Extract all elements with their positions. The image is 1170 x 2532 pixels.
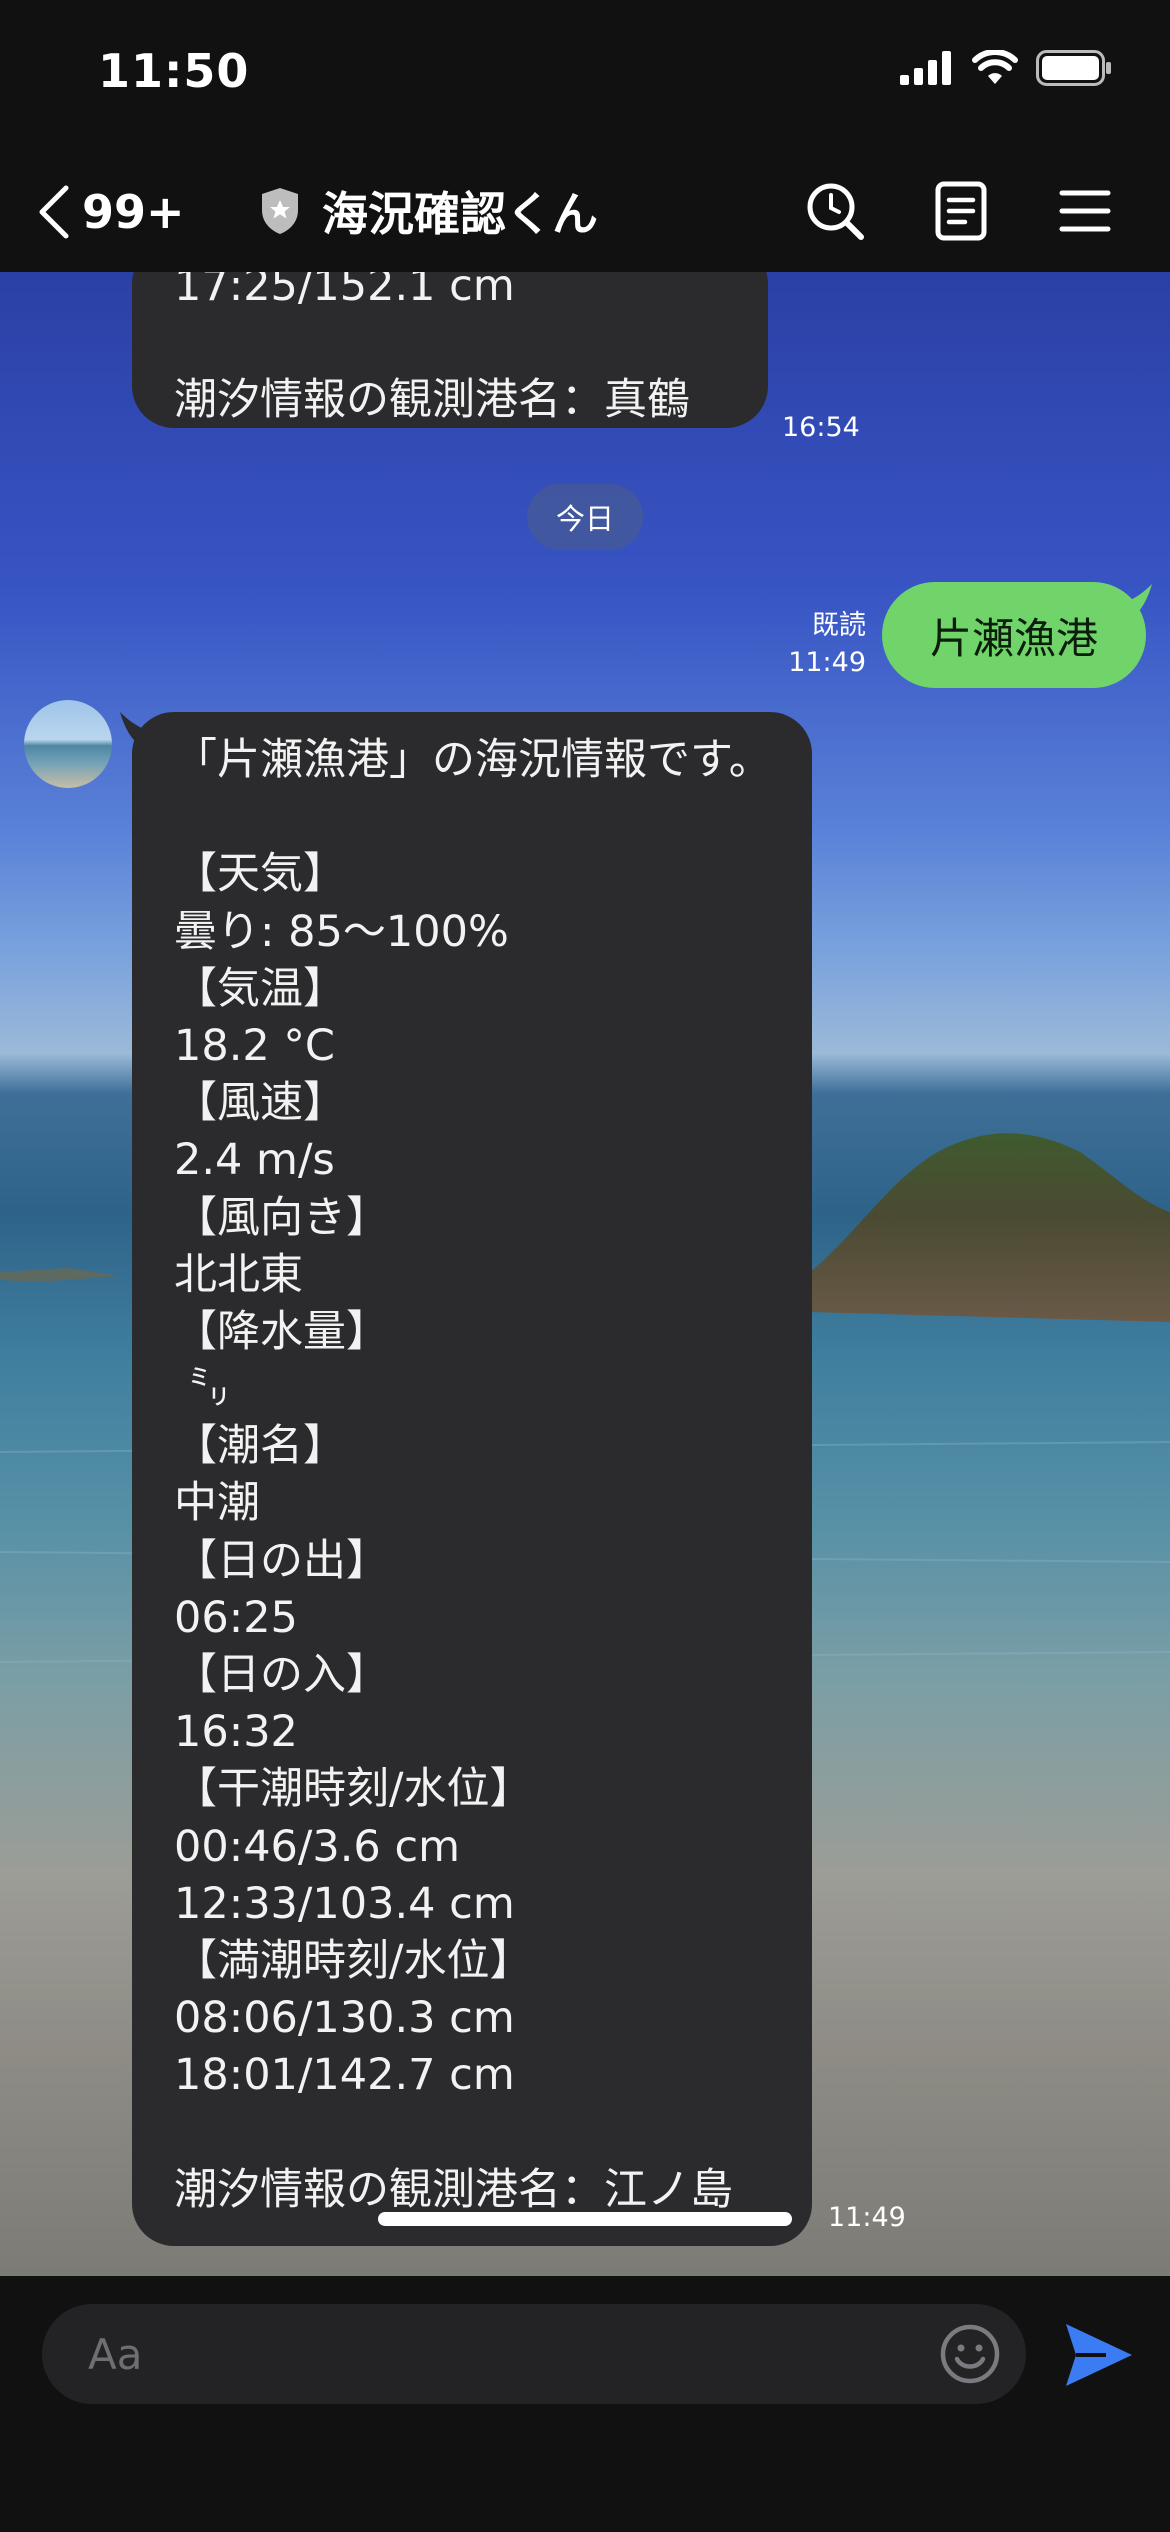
input-placeholder: Aa — [88, 2330, 143, 2379]
message-line: 2.4 m/s — [174, 1135, 335, 1186]
chat-title-group[interactable]: 海況確認くん — [258, 178, 598, 244]
chat-area[interactable]: 17:25/152.1 cm 潮汐情報の観測港名：真鶴 16:54 今日 既読 … — [0, 272, 1170, 2276]
search-button[interactable] — [800, 176, 870, 246]
message-line — [174, 789, 812, 846]
read-receipt: 既読 11:49 — [780, 607, 866, 681]
chat-header: 99+ 海況確認くん — [0, 150, 1170, 272]
unread-count: 99+ — [82, 185, 185, 239]
chat-title: 海況確認くん — [322, 187, 598, 241]
message-line: 12:33/103.4 cm — [174, 1878, 515, 1929]
message-line: 17:25/152.1 cm — [174, 272, 515, 311]
message-bubble-previous[interactable]: 17:25/152.1 cm 潮汐情報の観測港名：真鶴 — [132, 272, 768, 428]
message-line: 潮汐情報の観測港名：真鶴 — [174, 375, 690, 426]
message-line: 潮汐情報の観測港名：江ノ島 — [174, 2164, 733, 2215]
message-line: 【降水量】 — [174, 1306, 389, 1357]
message-time: 16:54 — [782, 412, 860, 443]
message-line: 18.2 °C — [174, 1020, 335, 1071]
message-line: ㍉ — [174, 1364, 231, 1415]
battery-icon — [1036, 50, 1111, 86]
message-line: 【満潮時刻/水位】 — [174, 1935, 533, 1986]
send-icon[interactable] — [1062, 2318, 1136, 2392]
message-line: 「片瀬漁港」の海況情報です。 — [174, 735, 772, 785]
message-line: 00:46/3.6 cm — [174, 1821, 460, 1872]
message-line: 【潮名】 — [174, 1421, 346, 1472]
status-time: 11:50 — [98, 44, 250, 98]
message-line: 曇り: 85～100% — [174, 906, 509, 957]
notes-icon — [935, 181, 987, 241]
message-input[interactable]: Aa — [42, 2304, 1026, 2404]
message-line: 【日の入】 — [174, 1650, 389, 1700]
message-line: 06:25 — [174, 1592, 298, 1643]
status-bar: 11:50 — [0, 0, 1170, 150]
message-line: 16:32 — [174, 1707, 298, 1758]
message-input-bar: Aa — [0, 2276, 1170, 2532]
message-line: 【風向き】 — [174, 1192, 389, 1243]
message-bubble-received[interactable]: 「片瀬漁港」の海況情報です。 【天気】 曇り: 85～100% 【気温】 18.… — [132, 712, 812, 2246]
message-line: 08:06/130.3 cm — [174, 1993, 515, 2044]
message-time: 11:49 — [828, 2202, 906, 2233]
message-line — [174, 2105, 812, 2162]
status-icons — [900, 50, 1112, 86]
message-line: 【気温】 — [174, 963, 346, 1014]
wifi-icon — [972, 50, 1018, 84]
menu-button[interactable] — [1050, 176, 1120, 246]
chevron-left-icon — [39, 185, 69, 239]
message-line: 【風速】 — [174, 1078, 346, 1129]
emoji-icon[interactable] — [938, 2322, 1002, 2386]
read-label: 既読 — [812, 610, 866, 641]
avatar[interactable] — [24, 700, 112, 788]
message-line: 18:01/142.7 cm — [174, 2050, 515, 2101]
message-line: 中潮 — [174, 1478, 260, 1529]
menu-icon — [1059, 190, 1111, 232]
date-divider: 今日 — [527, 484, 643, 550]
home-indicator — [378, 2212, 792, 2226]
app-frame: 11:50 99+ 海況確認くん 17:25/152.1 cm 潮汐情報の観測港… — [0, 0, 1170, 2532]
signal-icon — [900, 51, 951, 85]
notes-button[interactable] — [926, 176, 996, 246]
message-line: 【日の出】 — [174, 1535, 389, 1586]
message-line — [174, 315, 768, 372]
message-line: 【干潮時刻/水位】 — [174, 1764, 533, 1815]
back-button[interactable]: 99+ — [36, 180, 216, 244]
message-line: 【天気】 — [174, 849, 346, 900]
search-icon — [807, 183, 864, 240]
message-time: 11:49 — [788, 647, 866, 678]
shield-star-icon — [262, 188, 298, 234]
message-bubble-sent[interactable]: 片瀬漁港 — [882, 582, 1146, 688]
message-line: 北北東 — [174, 1249, 303, 1300]
